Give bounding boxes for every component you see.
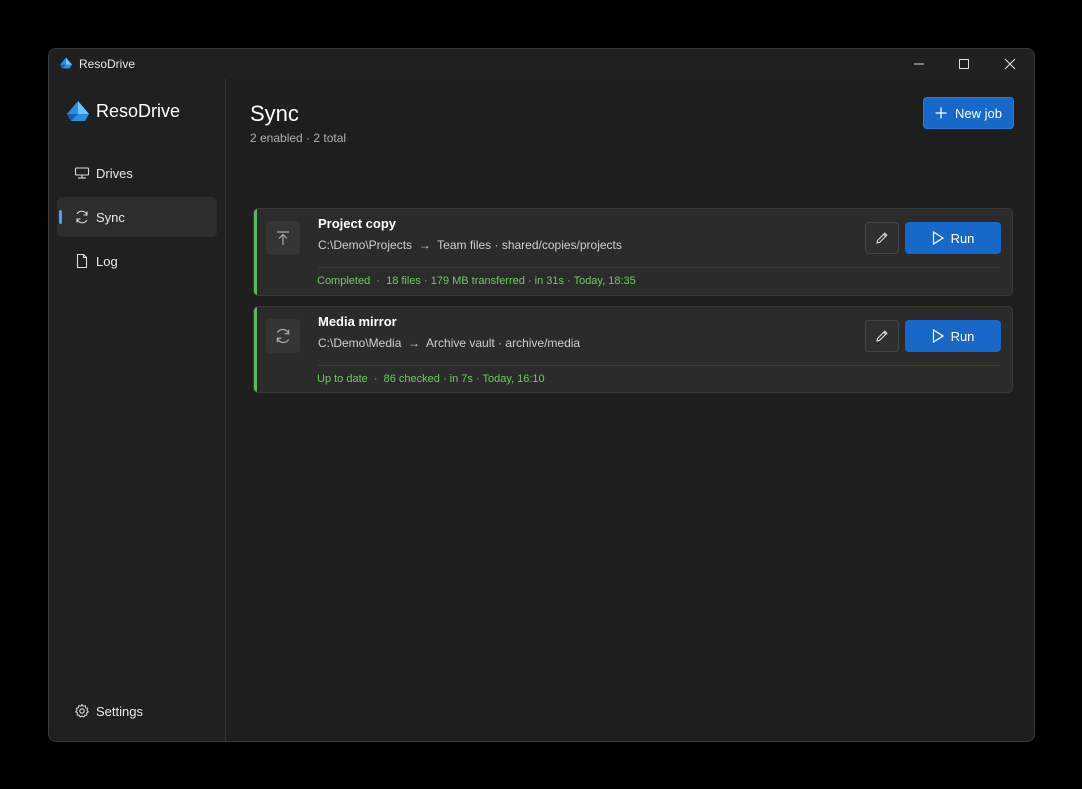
maximize-icon — [959, 59, 969, 69]
main-content: Sync 2 enabled · 2 total New job Project… — [226, 79, 1034, 741]
divider — [318, 267, 1000, 268]
job-name: Media mirror — [318, 314, 397, 329]
job-name: Project copy — [318, 216, 397, 231]
document-icon — [74, 253, 90, 269]
sidebar-item-label: Sync — [96, 209, 125, 225]
job-card: Project copy C:\Demo\Projects → Team fil… — [253, 208, 1013, 296]
maximize-button[interactable] — [941, 49, 987, 79]
app-window: ResoDrive ResoDrive Drives Sync Log Sett… — [48, 48, 1035, 742]
brand: ResoDrive — [65, 100, 180, 122]
sidebar-item-sync[interactable]: Sync — [57, 197, 217, 237]
status-accent-bar — [254, 209, 257, 295]
sidebar-item-label: Log — [96, 253, 118, 269]
edit-button[interactable] — [865, 320, 899, 352]
window-title: ResoDrive — [79, 57, 136, 71]
sidebar-item-settings[interactable]: Settings — [57, 691, 217, 731]
run-button[interactable]: Run — [905, 320, 1001, 352]
plus-icon — [935, 107, 947, 119]
sync-icon — [74, 209, 90, 225]
minimize-button[interactable] — [896, 49, 942, 79]
title-bar: ResoDrive — [49, 49, 1034, 79]
gear-icon — [74, 703, 90, 719]
sidebar-item-log[interactable]: Log — [57, 241, 217, 281]
job-card: Media mirror C:\Demo\Media → Archive vau… — [253, 306, 1013, 393]
job-status: Up to date · 86 checked · in 7s · Today,… — [317, 373, 545, 385]
edit-button[interactable] — [865, 222, 899, 254]
minimize-icon — [914, 63, 924, 65]
app-logo-icon — [60, 57, 72, 69]
job-path: C:\Demo\Media → Archive vault · archive/… — [318, 336, 581, 350]
new-job-label: New job — [955, 105, 1002, 121]
sidebar-item-drives[interactable]: Drives — [57, 153, 217, 193]
close-icon — [1004, 58, 1016, 70]
new-job-button[interactable]: New job — [923, 97, 1014, 129]
brand-logo-icon — [67, 101, 89, 121]
play-icon — [932, 231, 944, 245]
run-button[interactable]: Run — [905, 222, 1001, 254]
sidebar: ResoDrive Drives Sync Log Settings — [49, 79, 226, 741]
status-accent-bar — [254, 307, 257, 392]
run-label: Run — [950, 328, 975, 344]
drives-icon — [74, 165, 90, 181]
divider — [318, 365, 1000, 366]
sync-icon — [266, 319, 300, 353]
job-path: C:\Demo\Projects → Team files · shared/c… — [318, 238, 622, 252]
close-button[interactable] — [987, 49, 1033, 79]
sidebar-item-label: Drives — [96, 165, 133, 181]
upload-icon — [266, 221, 300, 255]
pencil-icon — [876, 232, 888, 244]
play-icon — [932, 329, 944, 343]
page-title: Sync — [250, 101, 299, 126]
sidebar-item-label: Settings — [96, 703, 143, 719]
brand-name: ResoDrive — [96, 100, 181, 121]
job-status: Completed · 18 files · 179 MB transferre… — [317, 275, 636, 287]
pencil-icon — [876, 330, 888, 342]
run-label: Run — [950, 230, 975, 246]
page-subtitle: 2 enabled · 2 total — [250, 131, 347, 145]
